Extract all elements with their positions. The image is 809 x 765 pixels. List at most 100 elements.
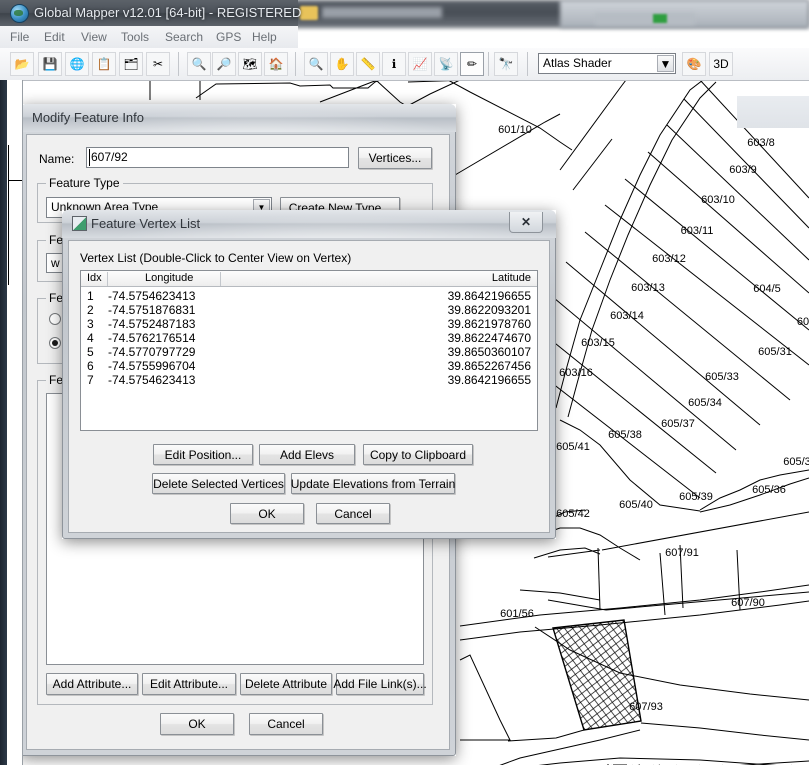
shader-select[interactable]: Atlas Shader ▼ — [538, 53, 676, 74]
vertex-latitude: 39.8650360107 — [447, 345, 531, 359]
map-parcel-label: 603/10 — [701, 194, 735, 206]
vertex-latitude: 39.8642196655 — [447, 373, 531, 387]
toolbar-end-cap — [737, 96, 809, 128]
vertex-idx: 3 — [87, 317, 94, 331]
name-input[interactable]: 607/92 — [86, 147, 349, 168]
vertex-row[interactable]: 4 -74.5762176514 39.8622474670 — [81, 331, 537, 345]
toolbar-separator-1 — [178, 52, 179, 76]
zoom-in-icon[interactable]: 🔍 — [187, 52, 211, 76]
vertex-row[interactable]: 3 -74.5752487183 39.8621978760 — [81, 317, 537, 331]
menu-help[interactable]: Help — [252, 30, 277, 44]
vertex-longitude: -74.5751876831 — [108, 303, 196, 317]
measure-tool-icon[interactable]: 📏 — [356, 52, 380, 76]
zoom-tool-icon[interactable]: 🔍 — [304, 52, 328, 76]
delete-selected-vertices-button[interactable]: Delete Selected Vertices — [152, 473, 285, 494]
vertices-button[interactable]: Vertices... — [358, 147, 432, 169]
menu-tools[interactable]: Tools — [121, 30, 149, 44]
vertex-longitude: -74.5762176514 — [108, 331, 196, 345]
feature-vertex-list-title: Feature Vertex List — [91, 216, 201, 231]
zoom-out-icon[interactable]: 🔎 — [212, 52, 236, 76]
map-parcel-label: 604/5 — [753, 283, 781, 295]
vertex-list-instruction: Vertex List (Double-Click to Center View… — [80, 251, 352, 265]
map-parcel-label: 601/56 — [500, 608, 534, 620]
map-parcel-label: 605/41 — [556, 441, 590, 453]
menu-edit[interactable]: Edit — [44, 30, 65, 44]
map-parcel-label: 605/31 — [758, 346, 792, 358]
menu-file[interactable]: File — [10, 30, 29, 44]
view-shed-icon[interactable]: 📡 — [434, 52, 458, 76]
modify-feature-info-titlebar[interactable]: Modify Feature Info — [20, 104, 456, 132]
column-header-idx[interactable]: Idx — [87, 272, 102, 284]
window-icon — [72, 216, 87, 231]
map-parcel-label: 607/90 — [731, 597, 765, 609]
toolbar: 📂 💾 🌐 📋 🗂 ✂ 🔍 🔎 🗺 🏠 🔍 ✋ 📏 ℹ 📈 📡 ✏ 🔭 Atla… — [0, 48, 809, 128]
menu-search[interactable]: Search — [165, 30, 203, 44]
draw-order-radio-2[interactable] — [49, 337, 61, 349]
name-input-value: 607/92 — [91, 150, 128, 164]
map-parcel-label: 605/38 — [608, 429, 642, 441]
left-edge-scrollbar[interactable] — [0, 80, 7, 765]
control-center-icon[interactable]: 📋 — [92, 52, 116, 76]
pan-tool-icon[interactable]: ✋ — [330, 52, 354, 76]
feature-info-tool-icon[interactable]: ℹ — [382, 52, 406, 76]
menu-gps[interactable]: GPS — [216, 30, 241, 44]
edit-attribute-button[interactable]: Edit Attribute... — [142, 673, 236, 695]
map-parcel-label: 605/34 — [688, 397, 722, 409]
map-parcel-label: 607/93 — [629, 701, 663, 713]
path-profile-icon[interactable]: 📈 — [408, 52, 432, 76]
toolbar-separator-3 — [488, 52, 489, 76]
vertex-latitude: 39.8621978760 — [447, 317, 531, 331]
column-divider-2[interactable] — [220, 272, 221, 286]
vertex-row[interactable]: 6 -74.5755996704 39.8652267456 — [81, 359, 537, 373]
feature-style-input-value: w — [51, 256, 60, 270]
digitizer-tool-icon[interactable]: ✏ — [460, 52, 484, 76]
feature-vertex-list-body: Vertex List (Double-Click to Center View… — [68, 240, 550, 533]
add-elevs-button[interactable]: Add Elevs — [259, 444, 355, 465]
delete-attribute-button[interactable]: Delete Attribute — [240, 673, 332, 695]
vertex-row[interactable]: 2 -74.5751876831 39.8622093201 — [81, 303, 537, 317]
column-header-longitude[interactable]: Longitude — [145, 272, 193, 284]
find-features-icon[interactable]: 🔭 — [494, 52, 518, 76]
full-view-icon[interactable]: 🏠 — [264, 52, 288, 76]
draw-order-radio-1[interactable] — [49, 313, 61, 325]
copy-to-clipboard-button[interactable]: Copy to Clipboard — [363, 444, 473, 465]
vertex-longitude: -74.5754623413 — [108, 289, 196, 303]
close-icon[interactable]: ✕ — [509, 212, 543, 233]
edit-position-button[interactable]: Edit Position... — [153, 444, 253, 465]
vertex-longitude: -74.5770797729 — [108, 345, 196, 359]
feature-vertex-list-titlebar[interactable]: Feature Vertex List — [62, 210, 556, 238]
vertex-longitude: -74.5752487183 — [108, 317, 196, 331]
background-folder-icon — [300, 6, 318, 20]
add-file-links-button[interactable]: Add File Link(s)... — [333, 673, 427, 695]
menu-view[interactable]: View — [81, 30, 107, 44]
chevron-down-icon[interactable]: ▼ — [657, 55, 674, 72]
open-data-online-icon[interactable]: 🌐 — [65, 52, 89, 76]
map-parcel-label: 605/37 — [661, 418, 695, 430]
three-d-view-icon[interactable]: 3D — [709, 52, 733, 76]
add-attribute-button[interactable]: Add Attribute... — [46, 673, 138, 695]
vertex-cancel-button[interactable]: Cancel — [316, 503, 390, 524]
vertex-idx: 2 — [87, 303, 94, 317]
open-file-icon[interactable]: 📂 — [10, 52, 34, 76]
app-title: Global Mapper v12.01 [64-bit] - REGISTER… — [34, 5, 302, 20]
vertex-row[interactable]: 5 -74.5770797729 39.8650360107 — [81, 345, 537, 359]
app-titlebar[interactable]: Global Mapper v12.01 [64-bit] - REGISTER… — [0, 0, 302, 26]
modify-ok-button[interactable]: OK — [160, 713, 234, 735]
vertex-ok-button[interactable]: OK — [230, 503, 304, 524]
modify-cancel-button[interactable]: Cancel — [249, 713, 323, 735]
column-divider-1[interactable] — [107, 272, 108, 286]
map-parcel-label: 603/16 — [559, 367, 593, 379]
open-generic-ascii-icon[interactable]: 🗂 — [119, 52, 143, 76]
toolbar-separator-4 — [527, 52, 528, 76]
map-parcel-label: 603/13 — [631, 282, 665, 294]
vertex-list-table[interactable]: Idx Longitude Latitude 1 -74.5754623413 39… — [80, 270, 538, 431]
vertex-row[interactable]: 1 -74.5754623413 39.8642196655 — [81, 289, 537, 303]
shader-options-icon[interactable]: 🎨 — [682, 52, 706, 76]
update-elevations-from-terrain-button[interactable]: Update Elevations from Terrain — [291, 473, 455, 494]
map-parcel-label: 603/14 — [610, 310, 644, 322]
zoom-to-layer-icon[interactable]: 🗺 — [238, 52, 262, 76]
save-workspace-icon[interactable]: 💾 — [38, 52, 62, 76]
column-header-latitude[interactable]: Latitude — [492, 272, 531, 284]
vertex-row[interactable]: 7 -74.5754623413 39.8642196655 — [81, 373, 537, 387]
unload-all-icon[interactable]: ✂ — [146, 52, 170, 76]
